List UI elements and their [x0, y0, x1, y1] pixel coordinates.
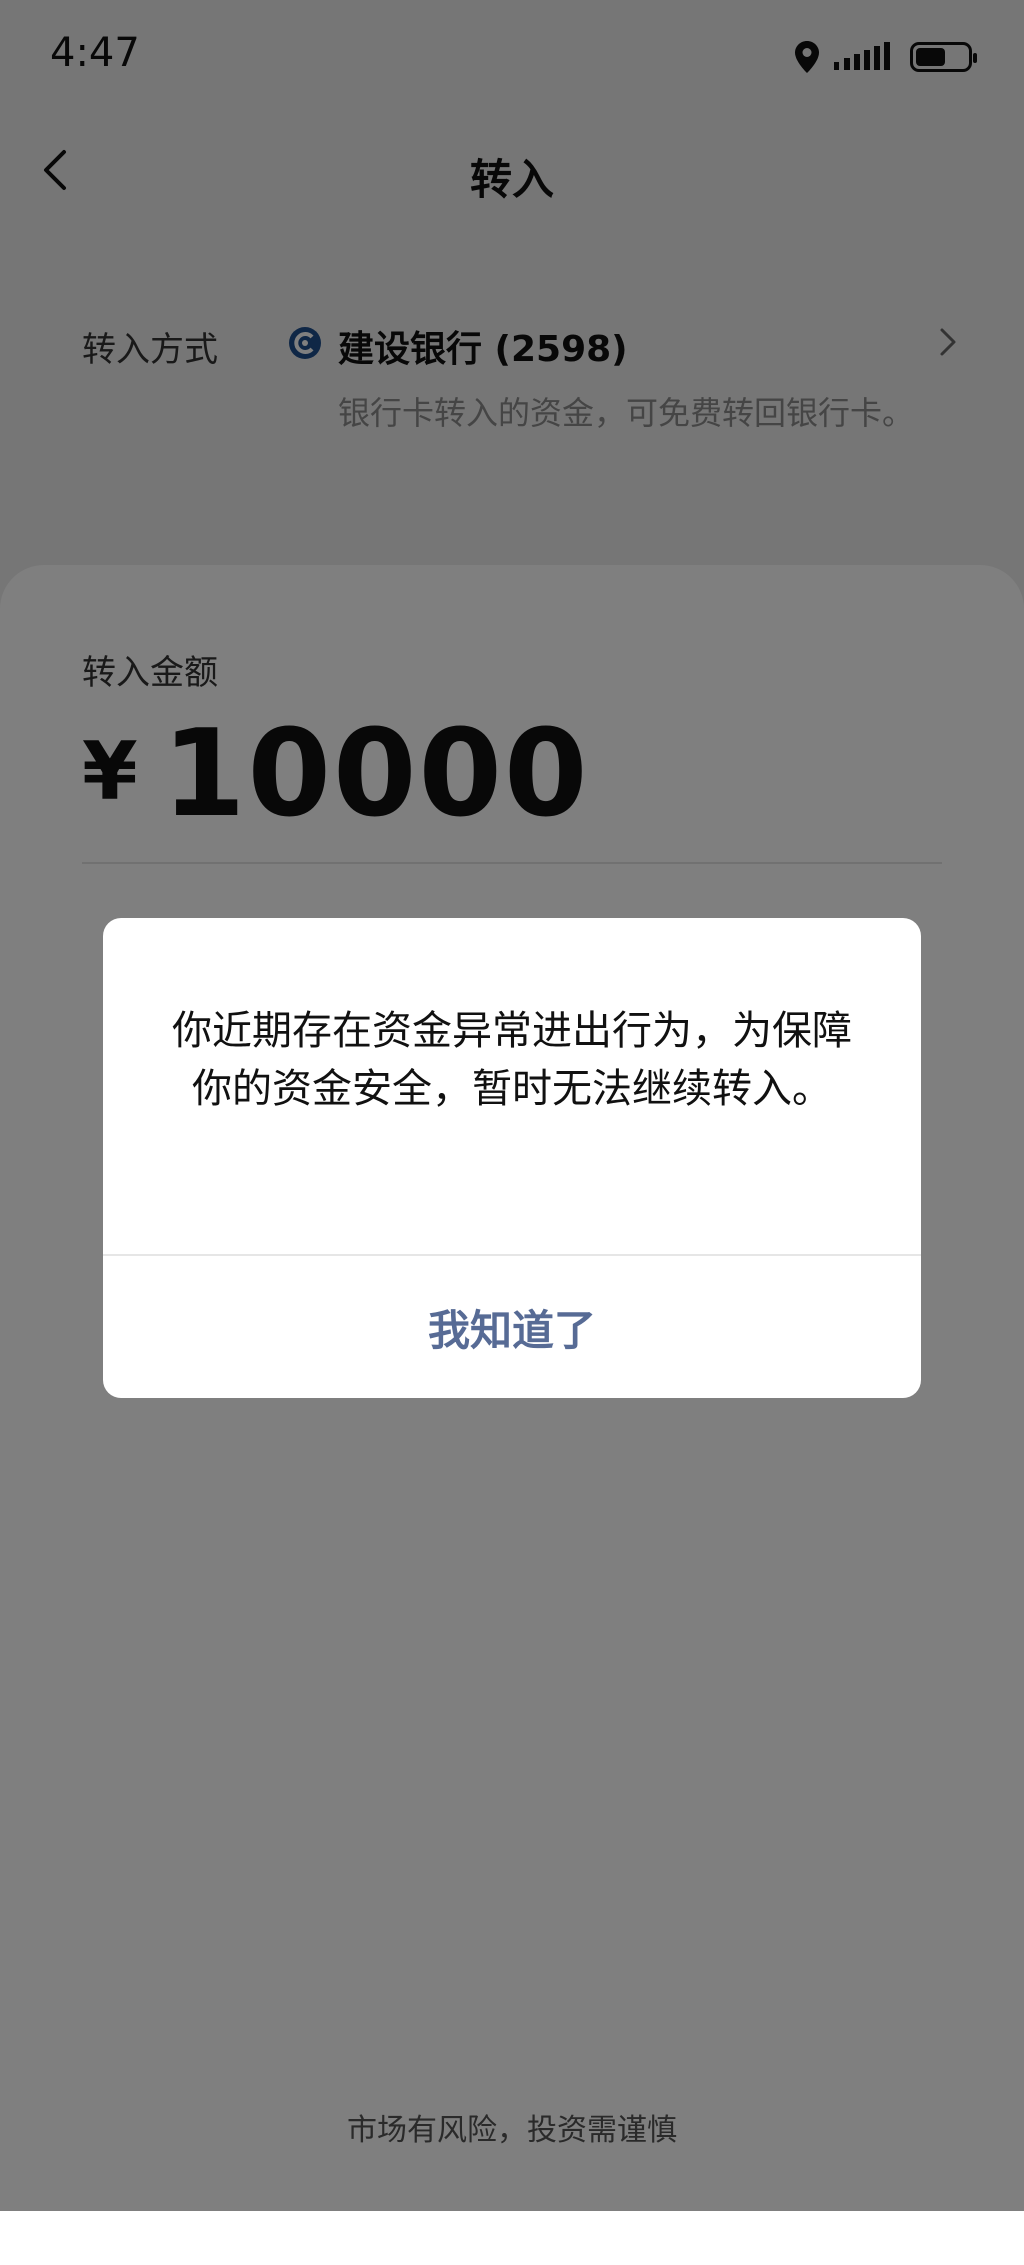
- dialog-message: 你近期存在资金异常进出行为，为保障你的资金安全，暂时无法继续转入。: [172, 1008, 852, 1112]
- alert-dialog: 你近期存在资金异常进出行为，为保障你的资金安全，暂时无法继续转入。 我知道了: [103, 918, 921, 1398]
- acknowledge-button[interactable]: 我知道了: [103, 1256, 921, 1398]
